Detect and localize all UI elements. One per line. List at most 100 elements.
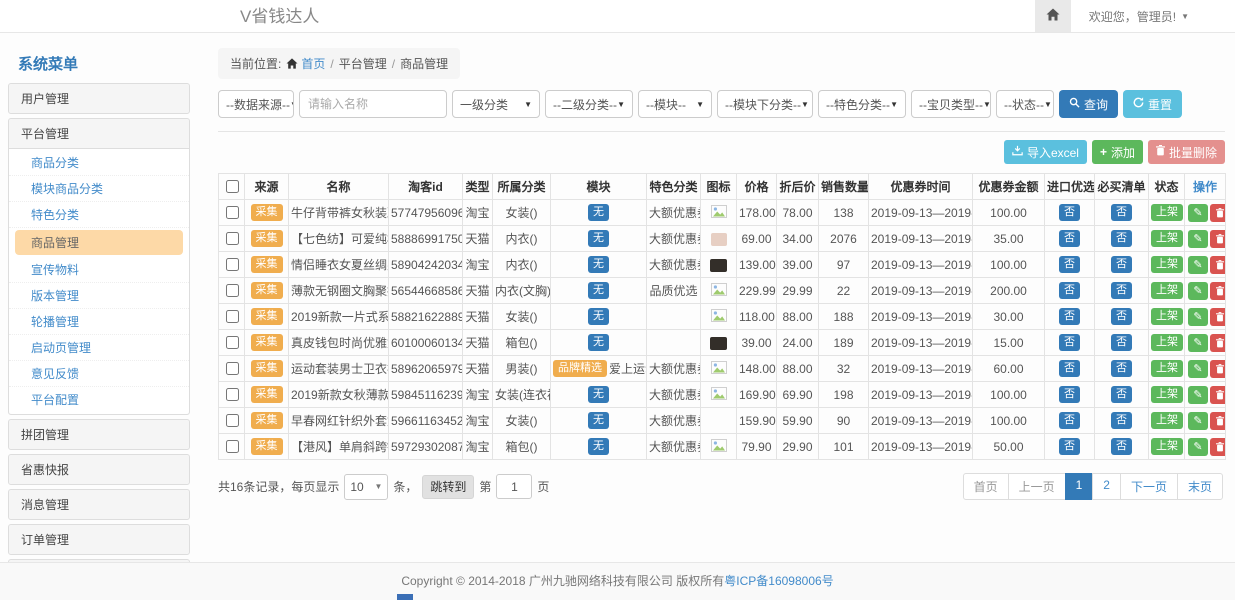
import-select-toggle[interactable]: 否 [1059,282,1080,299]
must-buy-toggle[interactable]: 否 [1111,360,1132,377]
delete-button[interactable] [1210,438,1226,456]
row-checkbox[interactable] [226,336,239,349]
pager-next[interactable]: 下一页 [1120,473,1178,500]
import-select-toggle[interactable]: 否 [1059,256,1080,273]
select-all-checkbox[interactable] [226,180,239,193]
import-select-toggle[interactable]: 否 [1059,308,1080,325]
user-menu[interactable]: 欢迎您，管理员! ▼ [1071,8,1235,25]
delete-button[interactable] [1210,334,1226,352]
breadcrumb-home-link[interactable]: 首页 [286,55,325,72]
edit-button[interactable]: ✎ [1188,438,1208,456]
filter-select-data-source[interactable]: --数据来源--▼ [218,90,294,118]
sidebar-item-feedback[interactable]: 意见反馈 [9,361,189,387]
must-buy-toggle[interactable]: 否 [1111,256,1132,273]
edit-button[interactable]: ✎ [1188,360,1208,378]
jump-button[interactable]: 跳转到 [422,475,474,499]
sidebar-group-platform[interactable]: 平台管理 [9,119,189,148]
page-number-input[interactable] [496,474,532,499]
sidebar-item-splash-manage[interactable]: 启动页管理 [9,335,189,361]
must-buy-toggle[interactable]: 否 [1111,386,1132,403]
sidebar-item-platform-config[interactable]: 平台配置 [9,387,189,412]
status-toggle[interactable]: 上架 [1151,412,1183,429]
icp-link[interactable]: 粤ICP备16098006号 [724,574,833,588]
delete-button[interactable] [1210,282,1226,300]
filter-select-module[interactable]: --模块--▼ [638,90,712,118]
row-checkbox[interactable] [226,388,239,401]
import-select-toggle[interactable]: 否 [1059,412,1080,429]
pager-page-1[interactable]: 1 [1065,473,1094,500]
status-toggle[interactable]: 上架 [1151,386,1183,403]
status-toggle[interactable]: 上架 [1151,230,1183,247]
must-buy-toggle[interactable]: 否 [1111,412,1132,429]
per-page-select[interactable]: 10▼ [344,474,388,500]
delete-button[interactable] [1210,360,1226,378]
import-excel-button[interactable]: 导入excel [1004,140,1087,164]
sidebar-item-promo-material[interactable]: 宣传物料 [9,257,189,283]
sidebar-item-version-manage[interactable]: 版本管理 [9,283,189,309]
pager-last[interactable]: 末页 [1177,473,1223,500]
delete-button[interactable] [1210,256,1226,274]
status-toggle[interactable]: 上架 [1151,256,1183,273]
import-select-toggle[interactable]: 否 [1059,334,1080,351]
must-buy-toggle[interactable]: 否 [1111,308,1132,325]
edit-button[interactable]: ✎ [1188,386,1208,404]
row-checkbox[interactable] [226,284,239,297]
status-toggle[interactable]: 上架 [1151,282,1183,299]
edit-button[interactable]: ✎ [1188,282,1208,300]
import-select-toggle[interactable]: 否 [1059,386,1080,403]
import-select-toggle[interactable]: 否 [1059,204,1080,221]
status-toggle[interactable]: 上架 [1151,360,1183,377]
delete-button[interactable] [1210,386,1226,404]
pager-page-2[interactable]: 2 [1092,473,1121,500]
import-select-toggle[interactable]: 否 [1059,438,1080,455]
filter-select-status[interactable]: --状态--▼ [996,90,1054,118]
pager-prev[interactable]: 上一页 [1008,473,1066,500]
row-checkbox[interactable] [226,232,239,245]
sidebar-group-users[interactable]: 用户管理 [9,84,189,113]
filter-select-special[interactable]: --特色分类--▼ [818,90,906,118]
search-button[interactable]: 查询 [1059,90,1118,118]
import-select-toggle[interactable]: 否 [1059,230,1080,247]
filter-select-item-type[interactable]: --宝贝类型--▼ [911,90,991,118]
search-name-input[interactable] [299,90,447,118]
row-checkbox[interactable] [226,310,239,323]
edit-button[interactable]: ✎ [1188,334,1208,352]
row-checkbox[interactable] [226,362,239,375]
sidebar-group-group-buy[interactable]: 拼团管理 [9,420,189,449]
sidebar-group-order[interactable]: 订单管理 [9,525,189,554]
pager-first[interactable]: 首页 [963,473,1009,500]
edit-button[interactable]: ✎ [1188,230,1208,248]
row-checkbox[interactable] [226,414,239,427]
reset-button[interactable]: 重置 [1123,90,1182,118]
sidebar-item-goods-category[interactable]: 商品分类 [9,150,189,176]
must-buy-toggle[interactable]: 否 [1111,282,1132,299]
filter-select-module-sub[interactable]: --模块下分类--▼ [717,90,813,118]
must-buy-toggle[interactable]: 否 [1111,334,1132,351]
status-toggle[interactable]: 上架 [1151,438,1183,455]
delete-button[interactable] [1210,412,1226,430]
delete-button[interactable] [1210,230,1226,248]
row-checkbox[interactable] [226,440,239,453]
import-select-toggle[interactable]: 否 [1059,360,1080,377]
edit-button[interactable]: ✎ [1188,204,1208,222]
row-checkbox[interactable] [226,206,239,219]
sidebar-group-message[interactable]: 消息管理 [9,490,189,519]
filter-select-category1[interactable]: 一级分类▼ [452,90,540,118]
sidebar-item-module-goods-category[interactable]: 模块商品分类 [9,176,189,202]
sidebar-item-goods-manage[interactable]: 商品管理 [15,230,183,255]
delete-button[interactable] [1210,204,1226,222]
edit-button[interactable]: ✎ [1188,308,1208,326]
sidebar-group-saving-news[interactable]: 省惠快报 [9,455,189,484]
status-toggle[interactable]: 上架 [1151,308,1183,325]
status-toggle[interactable]: 上架 [1151,334,1183,351]
edit-button[interactable]: ✎ [1188,256,1208,274]
sidebar-item-special-category[interactable]: 特色分类 [9,202,189,228]
home-button[interactable] [1035,0,1071,32]
must-buy-toggle[interactable]: 否 [1111,230,1132,247]
sidebar-item-carousel-manage[interactable]: 轮播管理 [9,309,189,335]
status-toggle[interactable]: 上架 [1151,204,1183,221]
edit-button[interactable]: ✎ [1188,412,1208,430]
delete-button[interactable] [1210,308,1226,326]
must-buy-toggle[interactable]: 否 [1111,204,1132,221]
filter-select-category2[interactable]: --二级分类--▼ [545,90,633,118]
